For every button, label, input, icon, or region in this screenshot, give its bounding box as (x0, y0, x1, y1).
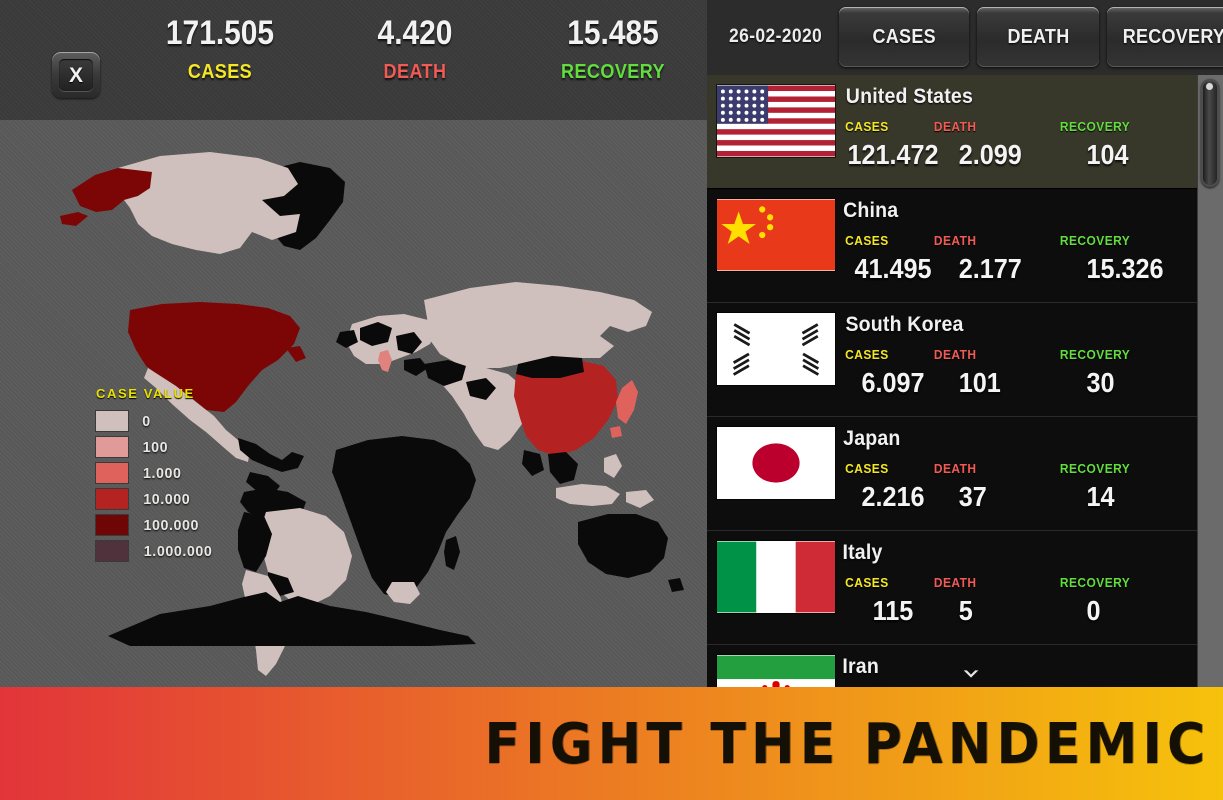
tab-recovery-label: RECOVERY (1122, 25, 1223, 48)
country-row[interactable]: Italy CASES 115 DEATH 5 RECOVERY 0 (707, 531, 1223, 645)
country-list-scrollbar[interactable] (1197, 75, 1223, 687)
map-country-europe (346, 314, 436, 364)
chevron-down-glyph (963, 670, 979, 678)
bottom-banner: FIGHT THE PANDEMIC (0, 687, 1223, 800)
country-metrics: CASES 121.472 DEATH 2.099 RECOVERY 104 (707, 119, 1223, 185)
map-country-central-america (238, 438, 304, 496)
tab-recovery[interactable]: RECOVERY (1107, 7, 1223, 67)
map-country-south-africa (386, 582, 420, 604)
close-icon: X (59, 59, 93, 91)
legend-label: 0 (142, 412, 151, 430)
country-row[interactable]: South Korea CASES 6.097 DEATH 101 RECOVERY 30 (707, 303, 1223, 417)
legend-swatch (96, 463, 128, 483)
global-stat-death: 4.420 DEATH (330, 14, 500, 84)
country-name: China (843, 199, 899, 222)
global-cases-label: CASES (187, 61, 253, 83)
banner-text: FIGHT THE PANDEMIC (484, 711, 1211, 776)
country-name: Iran (842, 655, 879, 678)
date-label: 26-02-2020 (729, 26, 823, 47)
legend-swatch (96, 411, 128, 431)
legend-swatch (96, 489, 128, 509)
panel-header: 26-02-2020 CASES DEATH RECOVERY (707, 0, 1223, 75)
scrollbar-thumb[interactable] (1201, 79, 1219, 187)
global-stat-cases: 171.505 CASES (130, 14, 310, 84)
legend-row: 100.000 (96, 512, 214, 538)
legend-title: CASE VALUE (96, 386, 195, 401)
country-metrics: CASES 6.097 DEATH 101 RECOVERY 30 (707, 347, 1223, 413)
legend-label: 100 (142, 438, 169, 456)
global-death-label: DEATH (383, 61, 447, 83)
country-name: United States (845, 85, 974, 108)
global-recovery-label: RECOVERY (561, 61, 665, 83)
legend-label: 100.000 (143, 516, 199, 534)
legend-swatch (96, 541, 128, 561)
global-stat-recovery: 15.485 RECOVERY (520, 14, 706, 84)
map-country-russia (424, 282, 652, 368)
country-name: Japan (843, 427, 901, 450)
tab-death-label: DEATH (1006, 25, 1070, 48)
tab-cases[interactable]: CASES (839, 7, 969, 67)
country-metrics: CASES 2.216 DEATH 37 RECOVERY 14 (707, 461, 1223, 527)
legend-swatch (96, 515, 128, 535)
map-country-madagascar (444, 536, 460, 570)
legend-row: 10.000 (96, 486, 214, 512)
map-country-africa (332, 436, 476, 598)
country-row[interactable]: Iran (707, 645, 1223, 687)
header-bar: X 171.505 CASES 4.420 DEATH 15.485 RECOV… (0, 0, 707, 120)
legend-row: 0 (96, 408, 214, 434)
country-row[interactable]: China CASES 41.495 DEATH 2.177 RECOVERY 15.326 (707, 189, 1223, 303)
map-legend: CASE VALUE 0 100 1.000 10.000 100.000 1.000.0… (96, 386, 214, 564)
flag-ir-icon (717, 655, 835, 687)
map-country-southeast-asia (522, 450, 578, 484)
legend-row: 1.000 (96, 460, 214, 486)
country-metrics: CASES 115 DEATH 5 RECOVERY 0 (707, 575, 1223, 641)
country-panel: 26-02-2020 CASES DEATH RECOVERY United S… (707, 0, 1223, 687)
global-cases-value: 171.505 (165, 14, 275, 52)
country-name: South Korea (845, 313, 964, 336)
map-pane: CASE VALUE 0 100 1.000 10.000 100.000 1.000.0… (0, 0, 707, 687)
legend-label: 10.000 (143, 490, 191, 508)
legend-swatch (96, 437, 128, 457)
country-row[interactable]: United States CASES 121.472 DEATH 2.099 RECOV… (707, 75, 1223, 189)
legend-row: 1.000.000 (96, 538, 214, 564)
global-recovery-value: 15.485 (567, 14, 659, 52)
country-name: Italy (842, 541, 883, 564)
tab-cases-label: CASES (872, 25, 936, 48)
global-death-value: 4.420 (377, 14, 453, 52)
legend-label: 1.000 (143, 464, 182, 482)
country-metrics: CASES 41.495 DEATH 2.177 RECOVERY 15.326 (707, 233, 1223, 299)
legend-label: 1.000.000 (143, 542, 213, 560)
app-root: CASE VALUE 0 100 1.000 10.000 100.000 1.000.0… (0, 0, 1223, 800)
legend-row: 100 (96, 434, 214, 460)
country-list[interactable]: United States CASES 121.472 DEATH 2.099 RECOV… (707, 75, 1223, 687)
legend-list: 0 100 1.000 10.000 100.000 1.000.000 (96, 408, 214, 564)
expand-chevron-down-icon[interactable] (949, 659, 993, 687)
close-button[interactable]: X (52, 52, 100, 98)
country-row[interactable]: Japan CASES 2.216 DEATH 37 RECOVERY 14 (707, 417, 1223, 531)
map-country-australia (578, 514, 684, 592)
tab-death[interactable]: DEATH (977, 7, 1099, 67)
map-country-antarctica (108, 592, 476, 646)
